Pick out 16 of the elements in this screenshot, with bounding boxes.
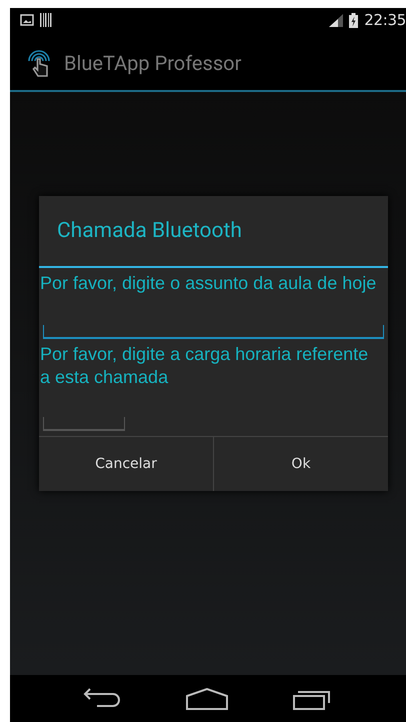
touch-hand-icon[interactable] xyxy=(26,48,52,78)
barcode-notification-icon xyxy=(40,13,52,27)
field-label: Por favor, digite a carga horaria referente a esta chamada xyxy=(39,343,370,389)
home-icon[interactable] xyxy=(186,688,228,710)
ok-button[interactable]: Ok xyxy=(213,437,388,491)
input-field[interactable] xyxy=(43,325,384,339)
dialog-title: Chamada Bluetooth xyxy=(39,196,388,268)
picture-notification-icon xyxy=(20,14,34,26)
battery-charging-icon xyxy=(349,12,358,28)
field-label: Por favor, digite o assunto da aula de hoje xyxy=(39,272,378,295)
back-icon[interactable] xyxy=(82,688,121,710)
cancel-button[interactable]: Cancelar xyxy=(39,437,213,491)
signal-icon xyxy=(329,14,344,26)
input-field[interactable] xyxy=(43,417,125,431)
app-title: BlueTApp Professor xyxy=(64,51,242,75)
clock-time: 22:35 xyxy=(364,11,406,29)
